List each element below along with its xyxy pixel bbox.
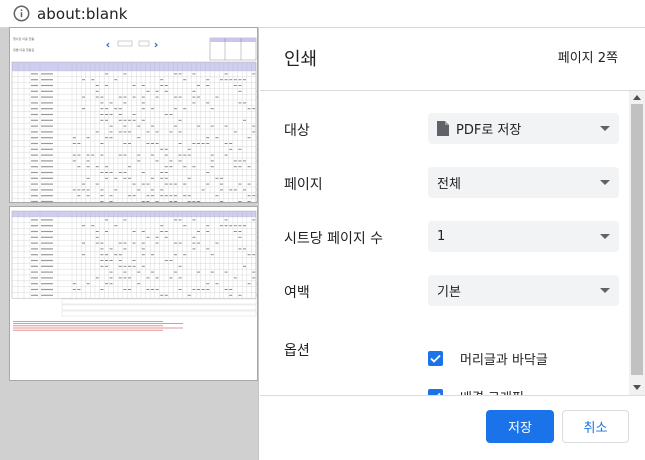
margins-select[interactable]: 기본 xyxy=(428,275,619,306)
url-text[interactable]: about:blank xyxy=(37,5,128,23)
cancel-button[interactable]: 취소 xyxy=(562,410,629,443)
print-preview-area: 행사장 이용 현황 월별 이용 현황표 xyxy=(0,27,259,460)
footer-divider xyxy=(260,395,645,396)
info-icon[interactable] xyxy=(12,5,30,23)
settings-list: 대상 PDF로 저장 페이지 전체 시트당 페이지 수 1 여백 기본 옵션 머… xyxy=(260,91,645,395)
print-settings-panel: 인쇄 페이지 2쪽 대상 PDF로 저장 페이지 전체 시트당 페이지 수 1 … xyxy=(260,28,645,460)
scroll-down-arrow-icon[interactable] xyxy=(633,385,641,390)
chevron-down-icon xyxy=(600,126,610,131)
pages-per-sheet-value: 1 xyxy=(437,229,446,244)
page-2-content xyxy=(11,210,257,331)
destination-label: 대상 xyxy=(284,123,310,139)
headers-footers-label[interactable]: 머리글과 바닥글 xyxy=(460,349,548,368)
headers-footers-checkbox[interactable] xyxy=(428,351,443,366)
options-label: 옵션 xyxy=(284,343,310,359)
page-count: 페이지 2쪽 xyxy=(557,51,618,66)
page-1-title: 행사장 이용 현황 xyxy=(13,36,34,41)
background-graphics-label[interactable]: 배경 그래픽 xyxy=(460,387,524,395)
preview-page-1: 행사장 이용 현황 월별 이용 현황표 xyxy=(9,27,258,203)
pages-per-sheet-label: 시트당 페이지 수 xyxy=(284,231,384,247)
destination-value: PDF로 저장 xyxy=(456,123,522,138)
scroll-up-arrow-icon[interactable] xyxy=(633,95,641,100)
destination-select[interactable]: PDF로 저장 xyxy=(428,113,619,144)
address-bar: about:blank xyxy=(0,0,645,28)
save-button[interactable]: 저장 xyxy=(486,410,554,443)
background-graphics-option[interactable]: 배경 그래픽 xyxy=(428,387,524,395)
margins-label: 여백 xyxy=(284,285,310,301)
page-1-subtitle: 월별 이용 현황표 xyxy=(13,47,34,52)
pages-per-sheet-select[interactable]: 1 xyxy=(428,221,619,252)
headers-footers-option[interactable]: 머리글과 바닥글 xyxy=(428,349,548,368)
chevron-down-icon xyxy=(600,180,610,185)
pages-select[interactable]: 전체 xyxy=(428,167,619,198)
scrollbar-thumb[interactable] xyxy=(631,104,643,375)
chevron-down-icon xyxy=(600,288,610,293)
pages-value: 전체 xyxy=(437,177,461,192)
document-icon xyxy=(436,120,450,137)
pages-label: 페이지 xyxy=(284,177,323,193)
settings-scrollbar[interactable] xyxy=(629,91,645,395)
chevron-down-icon xyxy=(600,234,610,239)
print-title: 인쇄 xyxy=(284,49,318,70)
preview-page-2 xyxy=(9,206,258,381)
margins-value: 기본 xyxy=(437,285,461,300)
page-1-content: 행사장 이용 현황 월별 이용 현황표 xyxy=(11,36,257,202)
